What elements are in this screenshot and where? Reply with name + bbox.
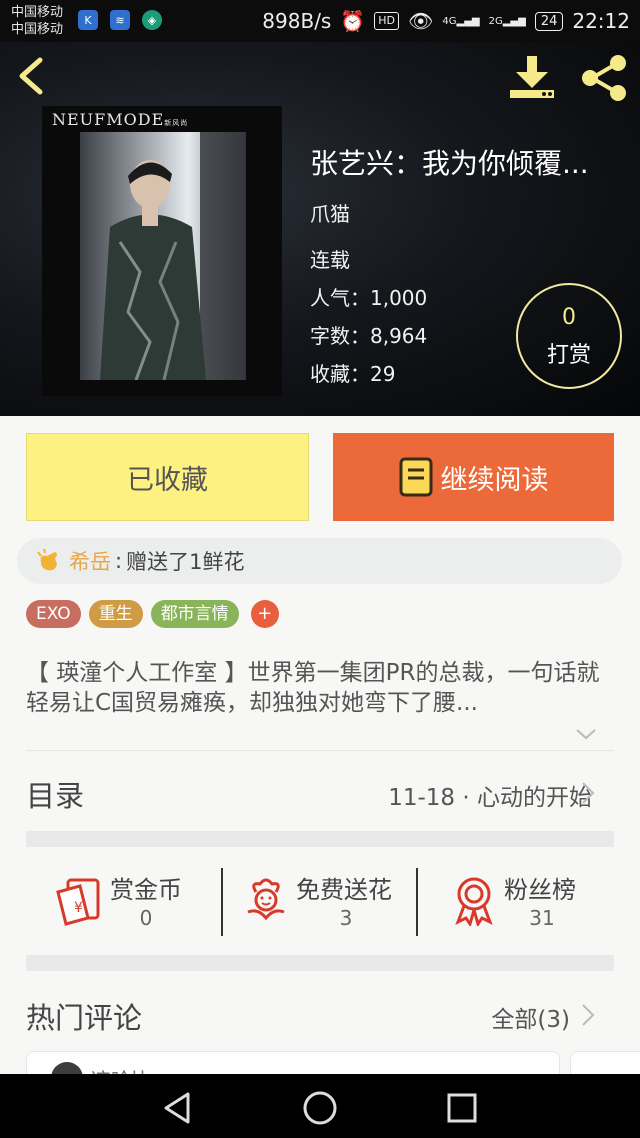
net-speed: 898B/s	[262, 9, 332, 33]
status-bar: 中国移动 中国移动 K ≋ ◈ 898B/s ⏰ HD 👁 4G▂▄▆ 2G▂▄…	[0, 0, 640, 42]
stat-divider	[221, 868, 223, 936]
toc-title[interactable]: 目录	[26, 773, 84, 815]
tip-button[interactable]: 0 打赏	[516, 283, 622, 389]
book-title: 张艺兴：我为你倾覆...	[310, 147, 589, 180]
clap-icon	[37, 548, 57, 571]
gift-user[interactable]: 希岳	[69, 546, 111, 576]
all-comments-link[interactable]: 全部(3)	[491, 1000, 570, 1034]
system-nav-bar	[0, 1074, 640, 1138]
hot-comments-title: 热门评论	[26, 1001, 143, 1035]
stat-label: 粉丝榜	[504, 876, 576, 904]
stat-divider	[416, 868, 418, 936]
book-cover[interactable]: NEUFMODE新风尚	[42, 106, 282, 396]
continue-reading-button[interactable]: 继续阅读	[333, 433, 614, 521]
signal-2g-icon: 2G▂▄▆	[488, 15, 526, 27]
tip-label: 打赏	[546, 343, 591, 368]
book-icon	[399, 457, 432, 497]
add-tag-button[interactable]: +	[250, 600, 279, 628]
back-icon[interactable]	[14, 56, 54, 96]
toc-latest-chapter[interactable]: 11-18 · 心动的开始	[388, 778, 592, 812]
clock: 22:12	[572, 9, 630, 33]
carrier-2: 中国移动	[11, 22, 64, 37]
gift-notice[interactable]: 希岳 : 赠送了1鲜花	[17, 538, 622, 584]
book-favorites: 收藏：29	[310, 362, 396, 386]
share-icon[interactable]	[578, 54, 630, 102]
wifi-app-icon: ≋	[110, 10, 130, 30]
section-separator	[26, 831, 614, 847]
status-right: 898B/s ⏰ HD 👁 4G▂▄▆ 2G▂▄▆ 24 22:12	[262, 7, 630, 35]
continue-reading-label: 继续阅读	[440, 464, 549, 496]
book-status: 连载	[310, 248, 350, 272]
cover-brand: NEUFMODE新风尚	[52, 110, 189, 129]
divider	[26, 750, 614, 751]
carrier-1: 中国移动	[11, 5, 64, 20]
book-description: 【 瑛潼个人工作室 】世界第一集团PR的总裁，一句话就轻易让C国贸易瘫痪，却独独…	[26, 660, 600, 716]
k-app-icon: K	[78, 10, 98, 30]
book-header: NEUFMODE新风尚 张艺兴：我为你倾覆... 爪猫 连载 人气：1,000 …	[0, 42, 640, 416]
tip-count: 0	[562, 305, 576, 330]
stat-label: 免费送花	[296, 876, 392, 904]
download-icon[interactable]	[504, 54, 560, 102]
gift-colon: :	[115, 549, 123, 573]
book-popularity: 人气：1,000	[310, 286, 428, 310]
tag-urban-romance[interactable]: 都市言情	[150, 600, 239, 628]
gift-text: 赠送了1鲜花	[126, 550, 245, 574]
alarm-icon: ⏰	[340, 9, 366, 33]
stat-reward-coins[interactable]: ¥ 赏金币 0	[54, 864, 204, 940]
nav-back-icon[interactable]	[158, 1088, 198, 1128]
favorited-button[interactable]: 已收藏	[26, 433, 309, 521]
cover-photo	[80, 132, 246, 380]
eye-icon: 👁	[408, 9, 434, 33]
section-separator	[26, 955, 614, 971]
nav-recents-icon[interactable]	[442, 1088, 482, 1128]
stat-value: 3	[339, 906, 353, 930]
ribbon-medal-icon	[455, 877, 493, 926]
battery-icon: 24	[534, 11, 564, 31]
tag-list: EXO 重生 都市言情 +	[26, 600, 279, 628]
book-author[interactable]: 爪猫	[310, 198, 350, 227]
red-envelope-icon: ¥	[56, 878, 100, 926]
chevron-right-icon[interactable]	[580, 780, 596, 806]
stat-value: 31	[529, 906, 555, 930]
stat-free-flowers[interactable]: 免费送花 3	[240, 864, 410, 940]
chevron-right-icon[interactable]	[580, 1002, 596, 1028]
hd-icon: HD	[374, 12, 400, 30]
stat-label: 赏金币	[110, 876, 182, 904]
signal-4g-icon: 4G▂▄▆	[442, 15, 480, 27]
stat-value: 0	[139, 906, 153, 930]
book-wordcount: 字数：8,964	[310, 324, 428, 348]
tag-rebirth[interactable]: 重生	[88, 600, 143, 628]
stat-fan-ranking[interactable]: 粉丝榜 31	[448, 864, 598, 940]
chevron-down-icon[interactable]	[574, 726, 598, 742]
flower-icon	[247, 878, 285, 921]
svg-text:¥: ¥	[74, 900, 83, 916]
sync-app-icon: ◈	[142, 10, 162, 30]
tag-exo[interactable]: EXO	[26, 600, 81, 628]
carrier-names: 中国移动 中国移动	[11, 4, 63, 38]
favorited-label: 已收藏	[127, 464, 208, 496]
nav-home-icon[interactable]	[300, 1088, 340, 1128]
